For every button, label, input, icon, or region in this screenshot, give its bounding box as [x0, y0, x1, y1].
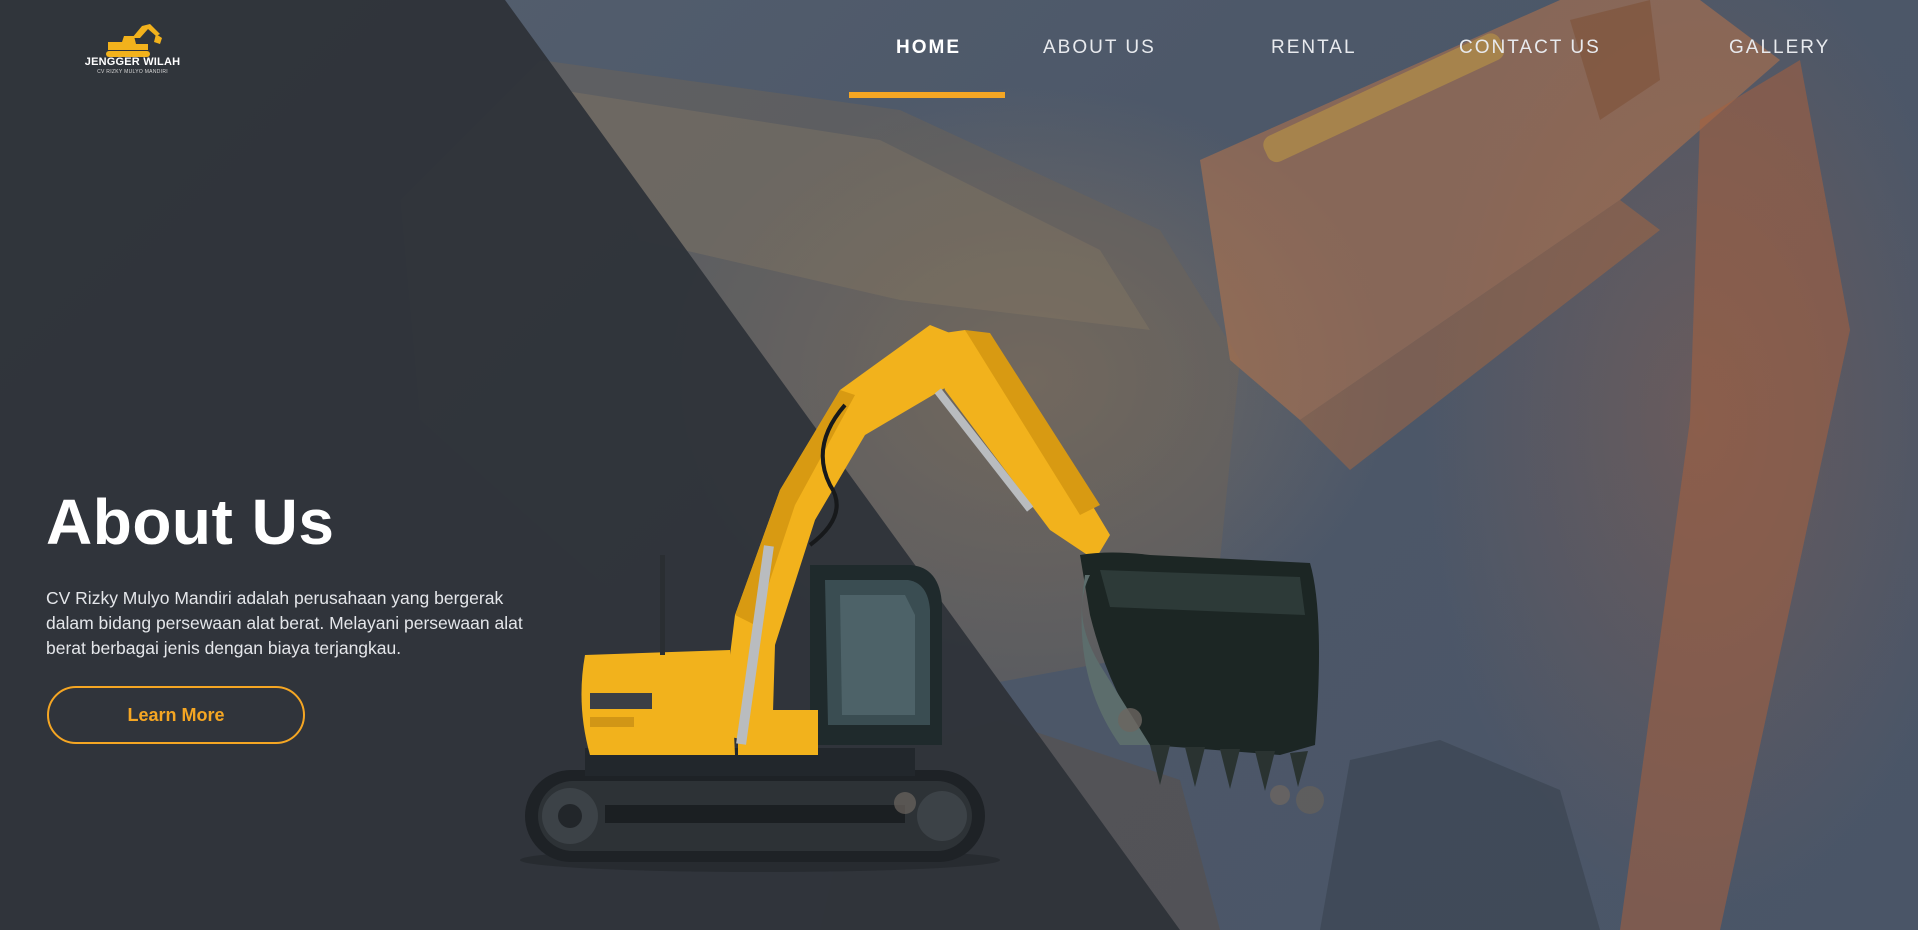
page-title: About Us [46, 486, 335, 558]
nav-item-home[interactable]: HOME [896, 37, 961, 59]
nav-item-gallery[interactable]: GALLERY [1729, 37, 1830, 59]
nav-active-indicator [849, 92, 1005, 98]
learn-more-button[interactable]: Learn More [47, 686, 305, 744]
nav-item-rental[interactable]: RENTAL [1271, 37, 1357, 59]
excavator-image [520, 325, 1319, 872]
nav-item-about-us[interactable]: ABOUT US [1043, 37, 1156, 59]
hero-section: JENGGER WILAH CV RIZKY MULYO MANDIRI HOM… [0, 0, 1918, 930]
main-navigation: HOME ABOUT US RENTAL CONTACT US GALLERY [0, 0, 1918, 100]
nav-item-contact-us[interactable]: CONTACT US [1459, 37, 1601, 59]
about-description: CV Rizky Mulyo Mandiri adalah perusahaan… [46, 588, 523, 658]
